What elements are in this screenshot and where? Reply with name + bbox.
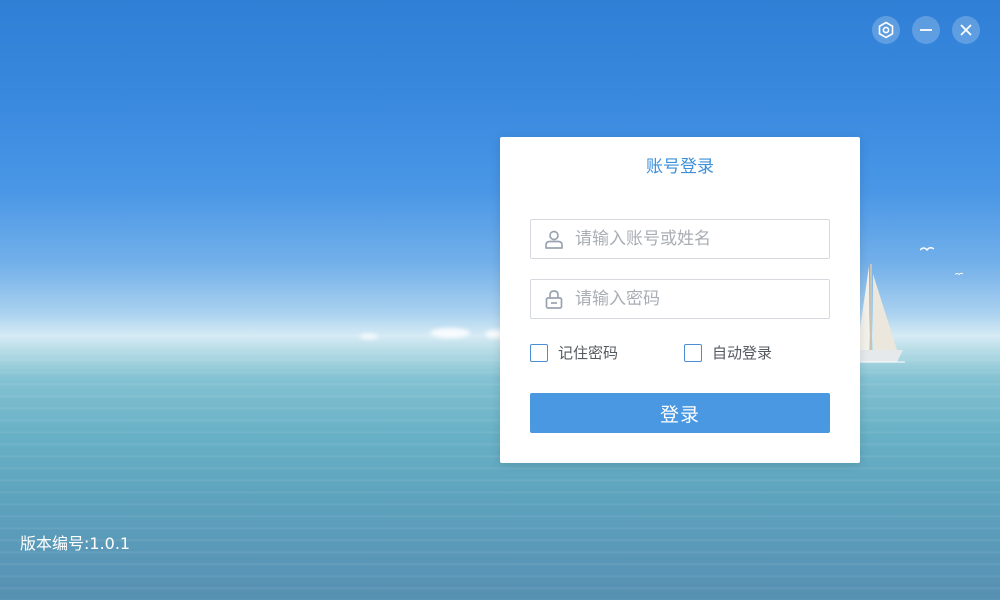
password-field[interactable] bbox=[530, 279, 830, 319]
login-options: 记住密码 自动登录 bbox=[530, 342, 830, 364]
cloud bbox=[360, 334, 378, 339]
login-title: 账号登录 bbox=[646, 157, 714, 177]
settings-button[interactable] bbox=[872, 16, 900, 44]
auto-login-checkbox[interactable] bbox=[684, 343, 702, 362]
remember-password-label: 记住密码 bbox=[558, 344, 619, 362]
settings-icon bbox=[878, 21, 894, 39]
user-icon bbox=[543, 228, 565, 250]
account-field[interactable] bbox=[530, 219, 830, 259]
sailboat-icon bbox=[855, 264, 905, 363]
remember-password-checkbox[interactable] bbox=[530, 343, 548, 362]
login-button[interactable]: 登录 bbox=[530, 393, 830, 433]
minimize-button[interactable] bbox=[912, 16, 940, 44]
bird-icon bbox=[920, 247, 934, 252]
login-card: 账号登录 记住密码 bbox=[500, 137, 860, 463]
lock-icon bbox=[543, 288, 565, 310]
remember-password-option[interactable]: 记住密码 bbox=[530, 342, 618, 363]
password-input[interactable] bbox=[575, 289, 815, 309]
cloud bbox=[430, 328, 470, 338]
auto-login-label: 自动登录 bbox=[712, 344, 773, 362]
close-button[interactable] bbox=[952, 16, 980, 44]
account-input[interactable] bbox=[575, 229, 815, 249]
minimize-icon bbox=[920, 29, 932, 31]
version-label: 版本编号:1.0.1 bbox=[20, 534, 131, 553]
login-screen: 账号登录 记住密码 bbox=[0, 0, 1000, 600]
bird-icon bbox=[955, 272, 963, 276]
window-controls bbox=[872, 16, 980, 44]
close-icon bbox=[960, 24, 972, 36]
auto-login-option[interactable]: 自动登录 bbox=[684, 342, 772, 363]
